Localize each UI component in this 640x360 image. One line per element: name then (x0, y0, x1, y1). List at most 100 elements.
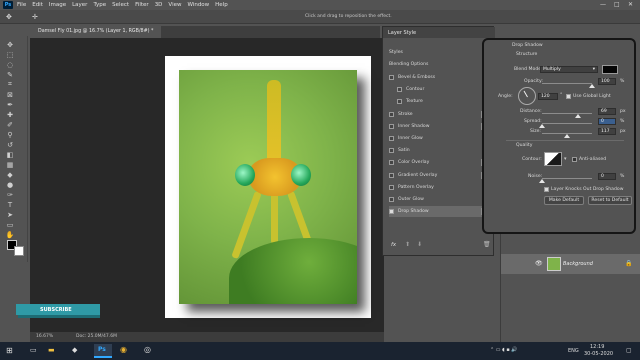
clock-date[interactable]: 30-05-2020 (584, 351, 613, 357)
menu-select[interactable]: Select (112, 2, 129, 8)
path-select-tool-icon[interactable]: ➤ (4, 210, 16, 219)
language-indicator[interactable]: ENG (568, 348, 579, 354)
distance-input[interactable]: 69 (598, 108, 616, 115)
move-tool-icon[interactable]: ✥ (6, 13, 12, 21)
pen-tool-icon[interactable]: ✑ (4, 190, 16, 199)
zoom-level[interactable]: 16.67% (36, 334, 53, 339)
blend-mode-select[interactable]: Multiply ▾ (540, 66, 598, 73)
opacity-slider-thumb[interactable] (589, 84, 595, 88)
reset-to-default-button[interactable]: Reset to Default (588, 196, 632, 205)
fx-icon[interactable]: fx (391, 242, 396, 248)
menu-image[interactable]: Image (49, 2, 66, 8)
close-button[interactable]: ✕ (628, 1, 633, 8)
spread-input[interactable]: 0 (598, 118, 616, 125)
style-item-drop-shadow[interactable]: Drop Shadow+ (389, 206, 489, 218)
blending-options-item[interactable]: Blending Options (389, 59, 489, 70)
clock-time[interactable]: 12:19 (590, 344, 604, 350)
hand-tool-icon[interactable]: ✋ (4, 230, 16, 239)
lasso-tool-icon[interactable]: ◌ (4, 60, 16, 69)
subscribe-banner[interactable]: SUBSCRIBE (16, 304, 100, 318)
distance-slider[interactable] (542, 113, 592, 114)
crop-tool-icon[interactable]: ⌗ (4, 80, 16, 89)
menu-3d[interactable]: 3D (155, 2, 163, 8)
use-global-light-checkbox[interactable] (566, 94, 571, 99)
style-checkbox[interactable] (389, 136, 394, 141)
move-down-icon[interactable]: ⬇ (417, 241, 422, 248)
frame-tool-icon[interactable]: ⊠ (4, 90, 16, 99)
noise-input[interactable]: 0 (598, 173, 616, 180)
maximize-button[interactable]: □ (614, 1, 620, 8)
menu-filter[interactable]: Filter (135, 2, 149, 8)
contour-preview[interactable] (544, 152, 562, 166)
noise-slider[interactable] (542, 178, 592, 179)
task-view-icon[interactable]: ▭ (30, 346, 37, 354)
style-checkbox[interactable] (389, 197, 394, 202)
spread-slider[interactable] (542, 123, 592, 124)
style-item-gradient-overlay[interactable]: Gradient Overlay+ (389, 170, 489, 181)
style-item-pattern-overlay[interactable]: Pattern Overlay (389, 182, 489, 193)
style-checkbox[interactable] (397, 87, 402, 93)
spread-slider-thumb[interactable] (539, 124, 545, 128)
style-item-inner-shadow[interactable]: Inner Shadow+ (389, 121, 489, 132)
menu-file[interactable]: File (17, 2, 26, 8)
clone-stamp-tool-icon[interactable]: ⚲ (4, 130, 16, 139)
style-item-satin[interactable]: Satin (389, 145, 489, 156)
angle-dial[interactable] (518, 87, 536, 105)
chrome-icon[interactable]: ◉ (120, 345, 127, 354)
rectangle-tool-icon[interactable]: ▭ (4, 220, 16, 229)
move-options-icon[interactable]: ✛ (32, 13, 38, 21)
minimize-button[interactable]: — (600, 1, 606, 8)
notification-icon[interactable]: ▢ (626, 347, 632, 354)
style-item-stroke[interactable]: Stroke+ (389, 109, 489, 120)
style-item-color-overlay[interactable]: Color Overlay+ (389, 157, 489, 168)
style-checkbox[interactable] (389, 160, 394, 166)
menu-help[interactable]: Help (215, 2, 228, 8)
background-color-swatch[interactable] (14, 246, 24, 256)
layer-name[interactable]: Background (563, 261, 593, 267)
quick-select-tool-icon[interactable]: ✎ (4, 70, 16, 79)
layer-row-background[interactable]: 👁 Background 🔒 (501, 254, 640, 274)
style-checkbox[interactable] (389, 148, 394, 154)
make-default-button[interactable]: Make Default (544, 196, 584, 205)
windows-start-icon[interactable]: ⊞ (6, 346, 13, 355)
style-item-inner-glow[interactable]: Inner Glow (389, 133, 489, 144)
opacity-slider[interactable] (542, 83, 592, 84)
opacity-input[interactable]: 100 (598, 78, 616, 85)
style-item-bevel-emboss[interactable]: Bevel & Emboss (389, 72, 489, 83)
blur-tool-icon[interactable]: ◆ (4, 170, 16, 179)
style-item-outer-glow[interactable]: Outer Glow (389, 194, 489, 205)
style-checkbox[interactable] (389, 172, 394, 178)
style-checkbox[interactable] (389, 209, 394, 215)
angle-input[interactable]: 120 (538, 93, 558, 100)
style-checkbox[interactable] (389, 111, 394, 117)
style-checkbox[interactable] (389, 75, 394, 80)
type-tool-icon[interactable]: T (4, 200, 16, 209)
distance-slider-thumb[interactable] (575, 114, 581, 118)
menu-window[interactable]: Window (187, 2, 209, 8)
tray-icons[interactable]: ⌃ ▭ ◖ ▪ 🔊 (490, 347, 518, 353)
visibility-eye-icon[interactable]: 👁 (535, 260, 543, 267)
chevron-down-icon[interactable]: ▾ (564, 156, 567, 162)
document-tab[interactable]: Damsel Fly 01.jpg @ 16.7% (Layer 1, RGB/… (30, 26, 162, 38)
style-checkbox[interactable] (397, 99, 402, 105)
damselfly-photo[interactable] (179, 70, 357, 304)
healing-brush-tool-icon[interactable]: ✚ (4, 110, 16, 119)
style-checkbox[interactable] (389, 184, 394, 190)
noise-slider-thumb[interactable] (539, 179, 545, 183)
file-explorer-icon[interactable]: ▬ (48, 346, 55, 354)
styles-header[interactable]: Styles (389, 47, 489, 58)
menu-edit[interactable]: Edit (32, 2, 43, 8)
menu-type[interactable]: Type (93, 2, 106, 8)
obs-icon[interactable]: ◎ (144, 345, 151, 354)
move-tool-icon[interactable]: ✥ (4, 40, 16, 49)
app-icon[interactable]: ◆ (72, 346, 77, 354)
style-checkbox[interactable] (389, 123, 394, 129)
eraser-tool-icon[interactable]: ◧ (4, 150, 16, 159)
knocks-out-checkbox[interactable] (544, 187, 549, 192)
move-up-icon[interactable]: ⬆ (405, 241, 410, 248)
gradient-tool-icon[interactable]: ▦ (4, 160, 16, 169)
size-slider-thumb[interactable] (564, 134, 570, 138)
history-brush-tool-icon[interactable]: ↺ (4, 140, 16, 149)
brush-tool-icon[interactable]: ✐ (4, 120, 16, 129)
menu-layer[interactable]: Layer (72, 2, 87, 8)
